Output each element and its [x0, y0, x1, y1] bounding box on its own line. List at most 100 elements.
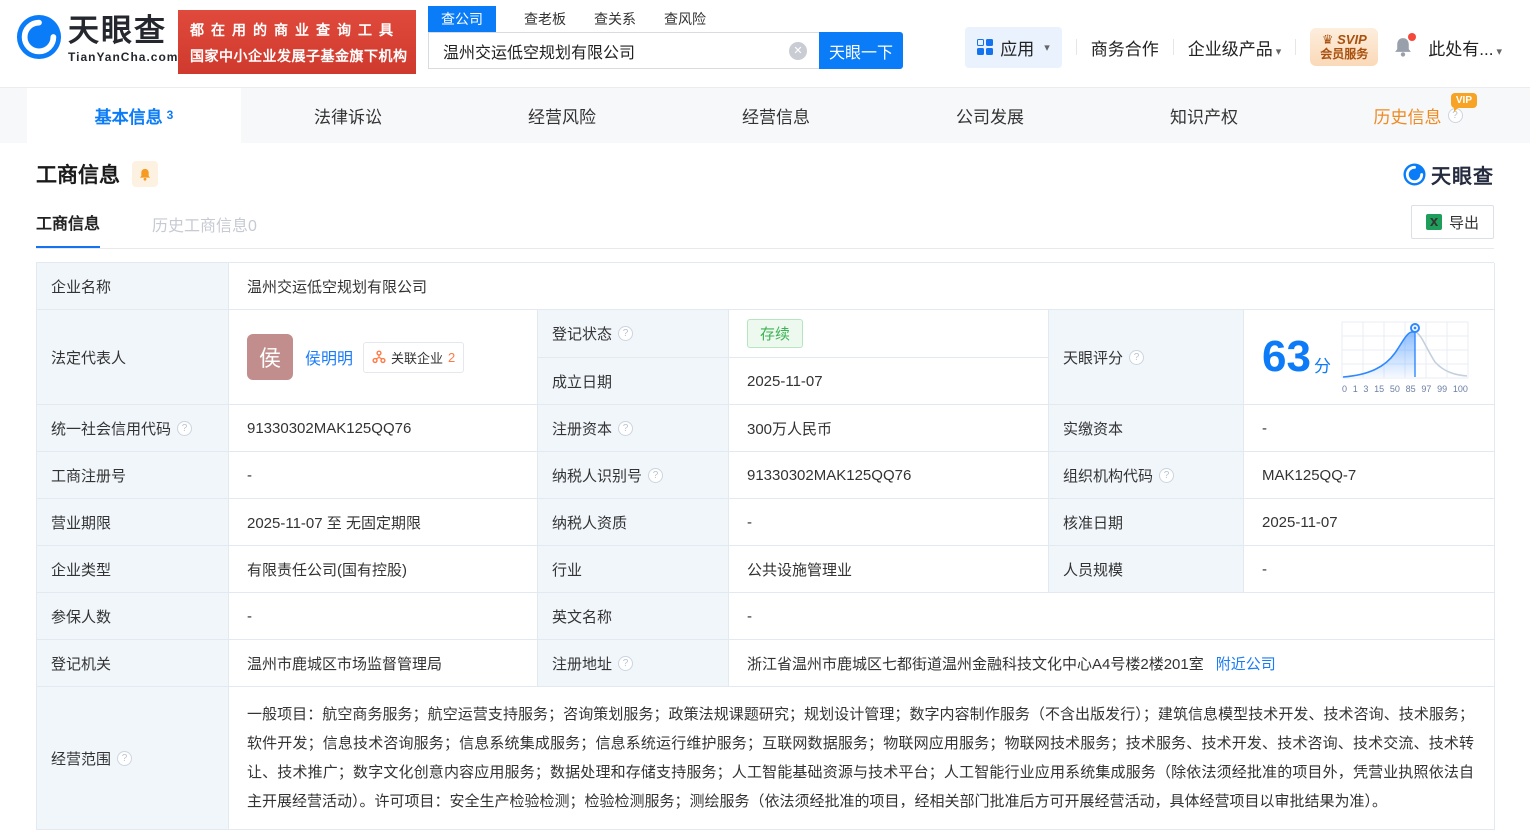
field-label: 核准日期 [1049, 499, 1244, 546]
company-tab-bar: 基本信息3 法律诉讼 经营风险 经营信息 公司发展 知识产权 历史信息 VIP [0, 88, 1530, 143]
established-date: 2025-11-07 [729, 358, 1049, 405]
score-value: 63 [1262, 332, 1311, 381]
subscribe-bell-button[interactable] [132, 161, 158, 187]
tab-intellectual-property[interactable]: 知识产权 [1097, 88, 1311, 143]
divider [1172, 39, 1174, 55]
help-icon[interactable] [618, 326, 634, 341]
section-title: 工商信息 [36, 164, 120, 187]
field-label: 法定代表人 [37, 310, 229, 405]
field-value: 2025-11-07 至 无固定期限 [229, 499, 538, 546]
search-tab-company[interactable]: 查公司 [428, 6, 496, 32]
legal-rep-link[interactable]: 侯明明 [305, 345, 353, 369]
field-label: 工商注册号 [37, 452, 229, 499]
tab-history-info[interactable]: 历史信息 VIP [1311, 88, 1525, 143]
field-value: 2025-11-07 [1244, 499, 1495, 546]
tab-company-development[interactable]: 公司发展 [883, 88, 1097, 143]
field-label: 营业期限 [37, 499, 229, 546]
score-unit: 分 [1313, 356, 1331, 376]
nav-cooperation[interactable]: 商务合作 [1091, 35, 1159, 60]
divider [1295, 39, 1297, 55]
registered-address-cell: 浙江省温州市鹿城区七都街道温州金融科技文化中心A4号楼2楼201室 附近公司 [729, 640, 1495, 687]
search-button[interactable]: 天眼一下 [819, 32, 903, 69]
field-value: 300万人民币 [729, 405, 1049, 452]
field-label: 实缴资本 [1049, 405, 1244, 452]
svip-membership-button[interactable]: ♛ SVIP 会员服务 [1310, 28, 1379, 66]
field-label: 人员规模 [1049, 546, 1244, 593]
score-cell: 63 分 0 1 3 15 50 85 97 99 100 [1244, 310, 1495, 405]
chevron-down-icon: ▾ [1275, 45, 1282, 58]
field-label: 纳税人资质 [538, 499, 729, 546]
export-button[interactable]: x 导出 [1410, 205, 1494, 239]
field-label: 注册资本 [538, 405, 729, 452]
tab-legal[interactable]: 法律诉讼 [241, 88, 455, 143]
notification-dot [1408, 33, 1417, 41]
field-label: 行业 [538, 546, 729, 593]
field-label: 纳税人识别号 [538, 452, 729, 499]
field-label: 成立日期 [538, 358, 729, 405]
field-value: 91330302MAK125QQ76 [729, 452, 1049, 499]
search-tab-risk[interactable]: 查风险 [664, 9, 706, 29]
tianyancha-logo-icon [16, 14, 62, 65]
search-tab-relation[interactable]: 查关系 [594, 9, 636, 29]
chevron-down-icon: ▾ [1496, 45, 1502, 58]
tab-operating-info[interactable]: 经营信息 [669, 88, 883, 143]
subtab-business-info[interactable]: 工商信息 [36, 210, 101, 248]
field-value: - [1244, 546, 1495, 593]
chevron-down-icon: ▾ [1044, 41, 1050, 54]
org-chart-icon [372, 350, 386, 364]
logo-domain: TianYanCha.com [68, 50, 179, 64]
field-value: - [1244, 405, 1495, 452]
field-value: 公共设施管理业 [729, 546, 1049, 593]
table-row: 企业类型 有限责任公司(国有控股) 行业 公共设施管理业 人员规模 - [37, 546, 1495, 593]
search-tab-boss[interactable]: 查老板 [524, 9, 566, 29]
help-icon[interactable] [618, 420, 634, 436]
table-row: 企业名称 温州交运低空规划有限公司 [37, 263, 1495, 310]
nav-enterprise[interactable]: 企业级产品 ▾ [1188, 35, 1282, 60]
field-label: 登记机关 [37, 640, 229, 687]
clear-icon[interactable]: ✕ [789, 42, 807, 60]
tab-basic-info[interactable]: 基本信息 3 [27, 88, 241, 143]
field-label: 注册地址 [538, 640, 729, 687]
field-label: 登记状态 [538, 310, 729, 358]
help-icon[interactable] [618, 655, 634, 671]
table-row: 经营范围 一般项目：航空商务服务；航空运营支持服务；咨询策划服务；政策法规课题研… [37, 687, 1495, 830]
search-tabs: 查公司 查老板 查关系 查风险 [428, 6, 903, 32]
nearby-companies-link[interactable]: 附近公司 [1216, 653, 1276, 674]
divider [1075, 39, 1077, 55]
help-icon[interactable] [177, 420, 193, 436]
help-icon[interactable] [1159, 467, 1175, 483]
watermark-text: 天眼查 [1431, 165, 1494, 188]
table-row: 统一社会信用代码 91330302MAK125QQ76 注册资本 300万人民币… [37, 405, 1495, 452]
field-label: 英文名称 [538, 593, 729, 640]
search-input[interactable] [428, 32, 819, 69]
help-icon[interactable] [1129, 349, 1145, 365]
subtab-row: 工商信息 历史工商信息0 x 导出 [36, 205, 1494, 249]
bell-icon [140, 168, 150, 181]
field-label: 组织机构代码 [1049, 452, 1244, 499]
business-scope-text: 一般项目：航空商务服务；航空运营支持服务；咨询策划服务；政策法规课题研究；规划设… [229, 687, 1495, 830]
user-menu[interactable]: 此处有... ▾ [1428, 35, 1502, 60]
tianyancha-logo-icon [1403, 162, 1426, 186]
field-value: - [729, 499, 1049, 546]
field-label: 企业名称 [37, 263, 229, 310]
top-header: 天眼查 TianYanCha.com 都在用的商业查询工具 国家中小企业发展子基… [0, 0, 1530, 88]
tab-operating-risk[interactable]: 经营风险 [455, 88, 669, 143]
main-content: 工商信息 天眼查 工商信息 历史工商信息0 x 导出 企业名称 温州交运低空规划… [0, 143, 1530, 830]
field-label: 统一社会信用代码 [37, 405, 229, 452]
field-value: - [229, 452, 538, 499]
subtab-history-business-info[interactable]: 历史工商信息0 [152, 212, 257, 248]
apps-menu[interactable]: 应用 ▾ [965, 26, 1062, 68]
help-icon[interactable] [648, 467, 664, 483]
field-value: 有限责任公司(国有控股) [229, 546, 538, 593]
field-value: - [229, 593, 538, 640]
related-companies-badge[interactable]: 关联企业 2 [363, 341, 465, 373]
help-icon[interactable] [117, 750, 133, 766]
tianyancha-logo[interactable]: 天眼查 TianYanCha.com [16, 14, 178, 65]
apps-label: 应用 [1000, 39, 1035, 59]
crown-icon: ♛ [1321, 32, 1334, 47]
slogan-line2: 国家中小企业发展子基金旗下机构 [190, 48, 408, 64]
notification-bell-icon[interactable] [1392, 33, 1417, 59]
table-row: 登记机关 温州市鹿城区市场监督管理局 注册地址 浙江省温州市鹿城区七都街道温州金… [37, 640, 1495, 687]
field-value: 温州市鹿城区市场监督管理局 [229, 640, 538, 687]
field-label: 企业类型 [37, 546, 229, 593]
